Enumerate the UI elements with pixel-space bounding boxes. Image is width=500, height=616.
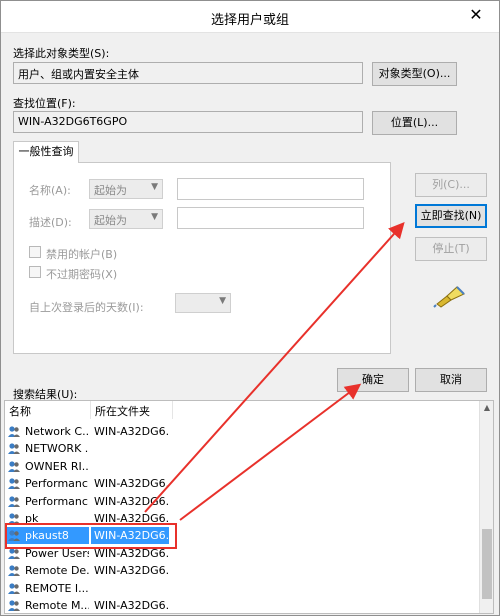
days-since-login-label: 自上次登录后的天数(I): xyxy=(29,301,144,314)
table-row[interactable]: Performanc...WIN-A32DG6... xyxy=(5,493,481,510)
columns-button[interactable]: 列(C)... xyxy=(415,173,487,197)
scroll-up-icon[interactable]: ▲ xyxy=(482,403,492,415)
find-now-button[interactable]: 立即查找(N) xyxy=(415,204,487,228)
result-folder-cell xyxy=(91,580,169,597)
name-operator-select[interactable]: 起始为 ▼ xyxy=(89,179,163,199)
location-field: WIN-A32DG6T6GPO xyxy=(13,111,363,133)
table-row[interactable]: Remote M... WIN-A32DG6... xyxy=(5,597,481,613)
user-group-icon xyxy=(8,461,20,472)
name-operator-value: 起始为 xyxy=(94,184,127,197)
object-type-label: 选择此对象类型(S): xyxy=(13,47,110,60)
description-label: 描述(D): xyxy=(29,216,72,229)
column-header-name[interactable]: 名称 xyxy=(5,401,91,419)
close-icon[interactable]: ✕ xyxy=(467,7,485,25)
non-expiring-password-label: 不过期密码(X) xyxy=(46,268,118,281)
tab-common-queries[interactable]: 一般性查询 xyxy=(13,141,79,163)
annotation-highlight-box xyxy=(5,523,177,549)
user-group-icon xyxy=(8,600,20,611)
stop-button[interactable]: 停止(T) xyxy=(415,237,487,261)
user-group-icon xyxy=(8,565,20,577)
description-operator-select[interactable]: 起始为 ▼ xyxy=(89,209,163,229)
result-folder-cell: WIN-A32DG6... xyxy=(94,599,169,612)
select-users-dialog: 选择用户或组 ✕ 选择此对象类型(S): 用户、组或内置安全主体 对象类型(O)… xyxy=(0,0,500,616)
results-scrollbar[interactable]: ▲ xyxy=(479,401,493,613)
cancel-button[interactable]: 取消 xyxy=(415,368,487,392)
column-header-folder[interactable]: 所在文件夹 xyxy=(91,401,173,419)
title-bar: 选择用户或组 ✕ xyxy=(1,1,499,33)
dialog-title: 选择用户或组 xyxy=(210,13,289,28)
result-folder-cell: WIN-A32DG6... xyxy=(94,494,169,508)
non-expiring-password-checkbox[interactable] xyxy=(29,266,41,278)
chevron-down-icon: ▼ xyxy=(219,296,226,306)
description-operator-value: 起始为 xyxy=(94,214,127,227)
chevron-down-icon: ▼ xyxy=(151,212,158,222)
table-row[interactable]: Performanc...WIN-A32DG6... xyxy=(5,475,481,492)
disabled-accounts-checkbox[interactable] xyxy=(29,246,41,258)
user-group-icon xyxy=(8,495,20,507)
disabled-accounts-label: 禁用的帐户(B) xyxy=(46,248,118,261)
scroll-thumb[interactable] xyxy=(482,529,492,599)
result-folder-cell: WIN-A32DG6... xyxy=(94,564,169,578)
name-label: 名称(A): xyxy=(29,184,71,197)
object-types-button[interactable]: 对象类型(O)... xyxy=(372,62,457,86)
ok-button[interactable]: 确定 xyxy=(337,368,409,392)
search-flashlight-icon xyxy=(433,286,465,308)
user-group-icon xyxy=(8,426,20,437)
user-group-icon xyxy=(8,443,20,455)
result-folder-cell: WIN-A32DG6... xyxy=(94,425,169,438)
table-row[interactable]: NETWORK ... xyxy=(5,440,481,457)
table-row[interactable]: Remote De...WIN-A32DG6... xyxy=(5,562,481,579)
chevron-down-icon: ▼ xyxy=(151,182,158,192)
user-group-icon xyxy=(8,478,20,490)
result-folder-cell xyxy=(91,440,169,457)
result-folder-cell xyxy=(91,458,169,475)
search-results-list: 名称 所在文件夹 Network C... WIN-A32DG6... NETWOR… xyxy=(4,400,494,614)
locations-button[interactable]: 位置(L)... xyxy=(372,111,457,135)
table-row[interactable]: OWNER RI... xyxy=(5,458,481,475)
table-row[interactable]: REMOTE I... xyxy=(5,580,481,597)
object-type-field: 用户、组或内置安全主体 xyxy=(13,62,363,84)
location-label: 查找位置(F): xyxy=(13,97,76,110)
description-input[interactable] xyxy=(177,207,364,229)
result-folder-cell: WIN-A32DG6... xyxy=(94,477,169,491)
user-group-icon xyxy=(8,582,20,594)
name-input[interactable] xyxy=(177,178,364,200)
days-since-login-select[interactable]: ▼ xyxy=(175,293,231,313)
table-row[interactable]: Network C... WIN-A32DG6... xyxy=(5,423,481,440)
